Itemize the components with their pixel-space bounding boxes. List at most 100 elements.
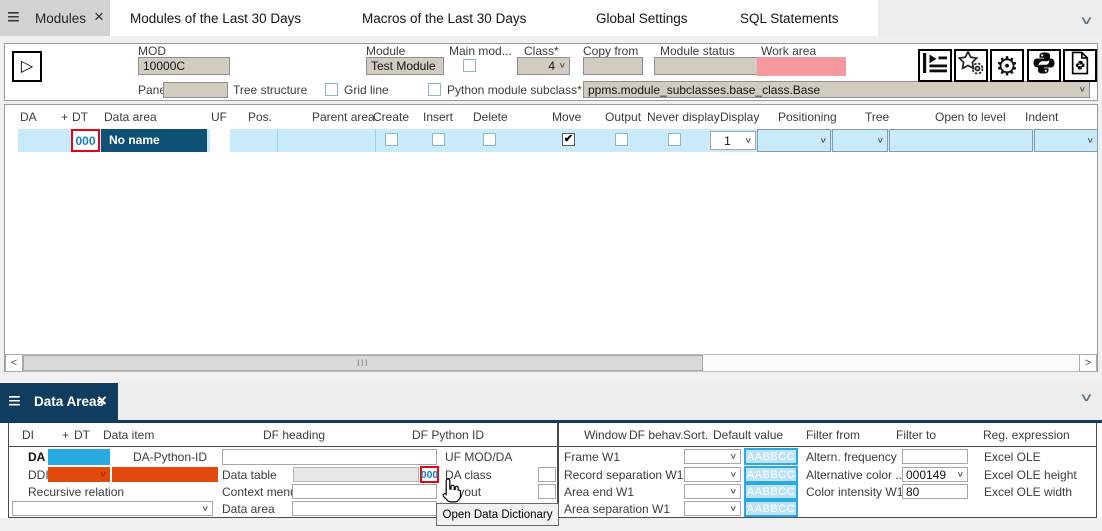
row-delete-checkbox[interactable] <box>483 133 496 146</box>
data-areas-hamburger-icon[interactable]: ≡ <box>8 389 21 413</box>
python-button[interactable] <box>1027 49 1061 82</box>
hdr-filter-from: Filter from <box>806 429 860 442</box>
main-mod-checkbox[interactable] <box>463 59 476 72</box>
row-positioning-dropdown[interactable] <box>757 129 831 152</box>
class-dropdown[interactable]: 4 <box>517 57 570 75</box>
data-areas-collapse-chevron-down-icon[interactable]: ∨ <box>1079 391 1094 402</box>
excel-ole-width-label: Excel OLE width <box>984 486 1072 499</box>
col-indent: Indent <box>1025 111 1058 124</box>
main-mod-label: Main mod... <box>449 45 512 58</box>
row-create-checkbox[interactable] <box>385 133 398 146</box>
col-never-display: Never display <box>647 111 720 124</box>
altern-frequency-label: Altern. frequency <box>806 451 897 464</box>
tab-data-areas-label: Data Areas <box>34 394 104 409</box>
menu-hamburger-icon[interactable]: ≡ <box>7 5 20 29</box>
col-output: Output <box>605 111 641 124</box>
col-tree: Tree <box>865 111 889 124</box>
row-indent-dropdown[interactable] <box>1034 129 1098 152</box>
tab-modules-close-icon[interactable]: × <box>94 7 104 27</box>
da-class-field[interactable] <box>538 467 556 482</box>
python-file-button[interactable] <box>1063 49 1097 82</box>
col-dt: DT <box>72 111 88 124</box>
hdr-plus[interactable]: + <box>62 429 69 442</box>
row-output-checkbox[interactable] <box>615 133 628 146</box>
app-window: ≡ Modules × Modules of the Last 30 Days … <box>0 0 1102 531</box>
python-file-icon <box>1069 50 1091 81</box>
data-area-label: Data area <box>222 503 275 516</box>
record-separation-w1-dropdown[interactable] <box>684 467 741 482</box>
col-delete: Delete <box>473 111 508 124</box>
row-tree-dropdown[interactable] <box>832 129 888 152</box>
data-dictionary-code-button[interactable]: 000 <box>420 466 439 483</box>
col-plus[interactable]: + <box>61 111 68 124</box>
row-display-dropdown[interactable]: 1 <box>710 131 756 150</box>
tab-sql-statements[interactable]: SQL Statements <box>740 10 839 27</box>
data-table-label: Data table <box>222 469 277 482</box>
area-separation-w1-color-swatch[interactable]: AABBCC <box>744 500 798 517</box>
hdr-sort: Sort. <box>683 429 708 442</box>
row-dt-code-button[interactable]: 000 <box>71 129 100 152</box>
tab-modules-label: Modules <box>35 10 86 27</box>
gear-button[interactable]: ⚙ <box>990 49 1024 82</box>
layout-field[interactable] <box>538 484 556 499</box>
col-parent-area: Parent area <box>312 111 375 124</box>
grid-line-checkbox[interactable] <box>325 83 338 96</box>
area-end-w1-dropdown[interactable] <box>684 484 741 499</box>
tab-bar-collapse-chevron-down-icon[interactable]: ∨ <box>1079 14 1094 25</box>
module-field[interactable]: Test Module <box>366 57 444 75</box>
h-scrollbar-right-button[interactable]: > <box>1079 354 1097 372</box>
grid-line-label: Grid line <box>344 84 389 97</box>
hdr-window: Window <box>584 429 627 442</box>
record-separation-w1-color-swatch[interactable]: AABBCC <box>744 466 798 483</box>
alternative-color-dropdown[interactable]: 000149 <box>902 467 968 482</box>
hdr-data-item: Data item <box>103 429 154 442</box>
h-scrollbar-thumb[interactable]: III <box>23 355 703 371</box>
color-intensity-w1-label: Color intensity W1 <box>806 486 903 499</box>
area-separation-w1-dropdown[interactable] <box>684 501 741 516</box>
row-open-to-level-cell[interactable] <box>889 129 1033 152</box>
record-separation-w1-label: Record separation W1 <box>564 469 683 482</box>
context-menu-label: Context menu <box>222 486 297 499</box>
base-class-dropdown[interactable]: ppms.module_subclasses.base_class.Base <box>583 81 1090 98</box>
excel-ole-height-label: Excel OLE height <box>984 469 1077 482</box>
row-move-checkbox[interactable]: ✔ <box>562 133 575 146</box>
mod-field[interactable]: 10000C <box>138 57 230 75</box>
panel-field[interactable] <box>163 82 228 98</box>
context-menu-input[interactable] <box>292 484 437 499</box>
area-end-w1-color-swatch[interactable]: AABBCC <box>744 483 798 500</box>
frame-w1-color-swatch[interactable]: AABBCC <box>744 448 798 465</box>
hand-cursor-icon <box>441 477 463 509</box>
python-icon <box>1032 51 1056 80</box>
row-never-display-checkbox[interactable] <box>668 133 681 146</box>
data-areas-tab-bar <box>0 383 1102 420</box>
row-insert-checkbox[interactable] <box>432 133 445 146</box>
data-table-field[interactable] <box>293 467 419 482</box>
da-item-field[interactable] <box>48 449 110 465</box>
star-gear-button[interactable] <box>954 49 988 82</box>
da-heading-input[interactable] <box>222 449 437 465</box>
recursive-relation-dropdown[interactable] <box>12 501 213 516</box>
copy-from-field[interactable] <box>583 57 643 75</box>
python-subclass-checkbox[interactable] <box>428 83 441 96</box>
hdr-filter-to: Filter to <box>896 429 936 442</box>
star-gear-icon <box>957 50 985 81</box>
work-area-field[interactable] <box>757 57 846 76</box>
col-create: Create <box>373 111 409 124</box>
h-scrollbar-left-button[interactable]: < <box>5 354 23 372</box>
data-area-input[interactable] <box>292 501 437 516</box>
ddi-item-field[interactable] <box>112 467 218 482</box>
frame-w1-dropdown[interactable] <box>684 449 741 464</box>
tab-macros-last-30-days[interactable]: Macros of the Last 30 Days <box>362 10 526 27</box>
row-data-area-name-cell[interactable]: No name <box>101 129 207 152</box>
run-icon: ▷ <box>21 59 33 75</box>
hdr-dt: DT <box>74 429 90 442</box>
tab-modules-last-30-days[interactable]: Modules of the Last 30 Days <box>130 10 301 27</box>
tab-global-settings[interactable]: Global Settings <box>596 10 688 27</box>
color-intensity-w1-input[interactable]: 80 <box>902 484 968 499</box>
hdr-df-python-id: DF Python ID <box>412 429 484 442</box>
run-list-button[interactable] <box>918 49 952 82</box>
run-module-button[interactable]: ▷ <box>12 51 42 82</box>
tab-data-areas-close-icon[interactable]: × <box>97 391 107 411</box>
altern-frequency-input[interactable] <box>902 449 968 464</box>
ddi-dropdown[interactable] <box>48 467 110 482</box>
